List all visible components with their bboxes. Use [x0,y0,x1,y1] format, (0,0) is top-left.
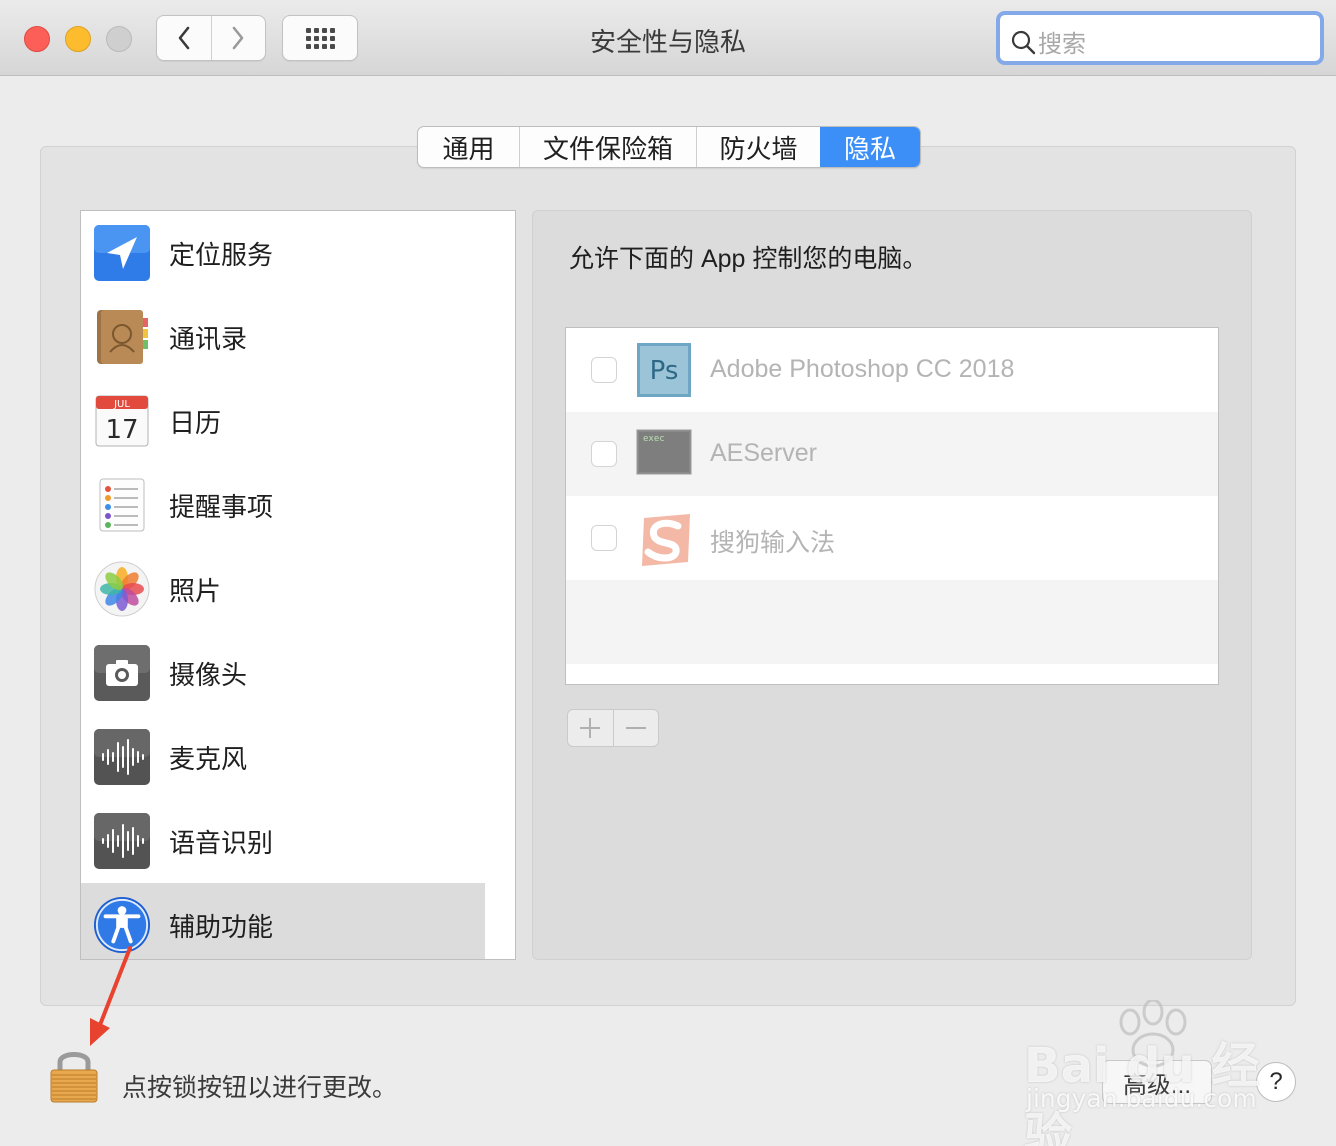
calendar-icon: JUL 17 [93,392,151,450]
minus-icon [625,727,646,729]
lock-button[interactable] [46,1044,102,1106]
sidebar-item-camera[interactable]: 摄像头 [81,631,485,715]
sidebar-item-label: 照片 [169,575,222,606]
sogou-icon [636,510,692,566]
sidebar-item-reminders[interactable]: 提醒事项 [81,463,485,547]
app-checkbox[interactable] [591,441,617,467]
privacy-detail-pane: 允许下面的 App 控制您的电脑。 Ps Adobe Photoshop CC … [532,210,1252,960]
speech-recognition-icon [93,812,151,870]
camera-icon [93,644,151,702]
advanced-button[interactable]: 高级... [1102,1060,1212,1104]
add-remove-group [567,709,659,747]
location-arrow-icon [93,224,151,282]
sidebar-item-speech-recognition[interactable]: 语音识别 [81,799,485,883]
search-icon [1011,30,1036,54]
tab-privacy[interactable]: 隐私 [820,127,920,167]
sidebar-item-label: 摄像头 [169,659,248,690]
sidebar-item-label: 日历 [169,407,222,438]
sidebar-item-accessibility[interactable]: 辅助功能 [81,883,485,959]
plus-icon [580,718,601,738]
tab-bar: 通用 文件保险箱 防火墙 隐私 [417,126,921,168]
sidebar-item-contacts[interactable]: 通讯录 [81,295,485,379]
microphone-waveform-icon [93,728,151,786]
lock-hint-text: 点按锁按钮以进行更改。 [122,1074,398,1102]
terminal-icon-text: exec [643,434,665,444]
calendar-month-text: JUL [113,399,130,410]
app-name: 搜狗输入法 [710,529,836,557]
search-field[interactable]: 搜索 [996,11,1324,65]
annotation-arrow-icon [90,946,132,1046]
privacy-category-list: 定位服务 通讯录 JUL 17 日历 提醒事项 照片 摄像头 麦克风 语音识别 … [80,210,516,960]
help-button[interactable]: ? [1256,1062,1296,1102]
search-placeholder: 搜索 [1038,31,1086,58]
sidebar-item-location-services[interactable]: 定位服务 [81,211,485,295]
calendar-day-text: 17 [105,415,138,445]
app-checkbox[interactable] [591,525,617,551]
reminders-icon [93,476,151,534]
sidebar-item-calendar[interactable]: JUL 17 日历 [81,379,485,463]
app-name: Adobe Photoshop CC 2018 [710,355,1015,383]
photos-icon [93,560,151,618]
tab-firewall[interactable]: 防火墙 [696,127,820,167]
sidebar-item-label: 麦克风 [169,743,248,774]
sidebar-item-photos[interactable]: 照片 [81,547,485,631]
sidebar-item-label: 辅助功能 [169,911,274,942]
sidebar-item-label: 通讯录 [169,323,248,354]
app-name: AEServer [710,439,817,467]
app-row[interactable]: 搜狗输入法 [566,496,1218,580]
tab-general[interactable]: 通用 [418,127,519,167]
terminal-exec-icon: exec [636,426,692,482]
lock-icon [50,1052,98,1103]
add-app-button[interactable] [568,710,613,746]
remove-app-button[interactable] [612,710,659,746]
contacts-book-icon [93,308,151,366]
sidebar-item-label: 语音识别 [169,827,274,858]
app-checkbox[interactable] [591,357,617,383]
app-row[interactable]: exec AEServer [566,412,1218,496]
sidebar-item-label: 定位服务 [169,239,274,270]
app-row[interactable]: Ps Adobe Photoshop CC 2018 [566,328,1218,412]
photoshop-icon-text: Ps [650,356,679,386]
app-permission-list: Ps Adobe Photoshop CC 2018 exec AEServer [565,327,1219,685]
pane-heading: 允许下面的 App 控制您的电脑。 [569,245,928,273]
sidebar-item-label: 提醒事项 [169,491,274,522]
photoshop-icon: Ps [636,342,692,398]
title-bar: 安全性与隐私 搜索 [0,0,1336,76]
empty-row [566,580,1218,664]
tab-filevault[interactable]: 文件保险箱 [519,127,696,167]
sidebar-item-microphone[interactable]: 麦克风 [81,715,485,799]
